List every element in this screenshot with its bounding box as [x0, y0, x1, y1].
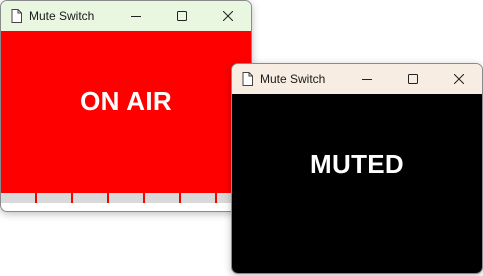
- window-title: Mute Switch: [260, 72, 326, 86]
- status-panel[interactable]: ON AIR: [1, 31, 251, 203]
- maximize-button[interactable]: [159, 1, 205, 31]
- close-button[interactable]: [436, 64, 482, 94]
- document-icon: [242, 72, 253, 86]
- minimize-button[interactable]: [113, 1, 159, 31]
- title-bar[interactable]: Mute Switch: [1, 1, 251, 31]
- strip-segment: [179, 193, 215, 203]
- mute-switch-window-on-air[interactable]: Mute Switch ON AIR: [0, 0, 252, 212]
- document-icon: [11, 9, 22, 23]
- desktop: Mute Switch ON AIR Mute Switch MUTED: [0, 0, 483, 276]
- title-bar[interactable]: Mute Switch: [232, 64, 482, 94]
- bottom-strip: [1, 193, 251, 203]
- close-icon: [223, 11, 233, 21]
- status-label: MUTED: [310, 149, 404, 179]
- close-button[interactable]: [205, 1, 251, 31]
- window-title: Mute Switch: [29, 9, 95, 23]
- strip-segment: [35, 193, 71, 203]
- maximize-icon: [408, 74, 418, 84]
- strip-segment: [107, 193, 143, 203]
- status-label: ON AIR: [80, 86, 172, 116]
- maximize-button[interactable]: [390, 64, 436, 94]
- mute-switch-window-muted[interactable]: Mute Switch MUTED: [231, 63, 483, 274]
- minimize-icon: [362, 74, 372, 84]
- strip-segment: [71, 193, 107, 203]
- close-icon: [454, 74, 464, 84]
- minimize-icon: [131, 11, 141, 21]
- maximize-icon: [177, 11, 187, 21]
- status-panel[interactable]: MUTED: [232, 94, 482, 273]
- strip-segment: [143, 193, 179, 203]
- minimize-button[interactable]: [344, 64, 390, 94]
- strip-segment: [1, 193, 35, 203]
